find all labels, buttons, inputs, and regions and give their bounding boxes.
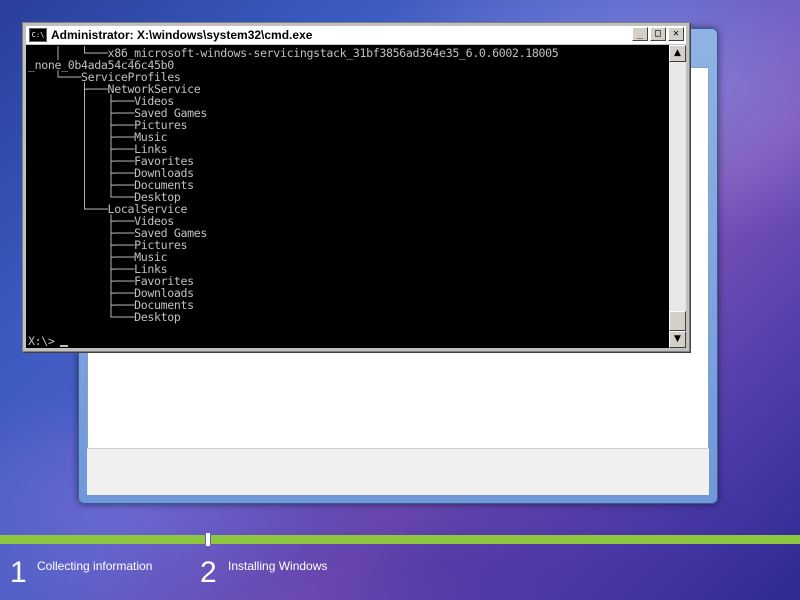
cmd-window-title: Administrator: X:\windows\system32\cmd.e… xyxy=(51,28,313,42)
vertical-scrollbar[interactable]: ▲ ▼ xyxy=(669,45,686,348)
console-output[interactable]: │ └───x86_microsoft-windows-servicingsta… xyxy=(26,45,669,348)
close-button[interactable]: ✕ xyxy=(668,27,684,41)
scroll-up-arrow-icon[interactable]: ▲ xyxy=(669,45,686,62)
cmd-window[interactable]: C:\ Administrator: X:\windows\system32\c… xyxy=(22,22,690,352)
progress-track-collecting xyxy=(0,535,205,544)
minimize-button[interactable]: _ xyxy=(632,27,648,41)
cmd-titlebar[interactable]: C:\ Administrator: X:\windows\system32\c… xyxy=(26,26,686,44)
scroll-thumb[interactable] xyxy=(669,311,686,331)
progress-fill-installing xyxy=(211,535,800,544)
setup-footer xyxy=(87,448,709,495)
text-cursor xyxy=(60,345,68,347)
step-label-collecting: Collecting information xyxy=(37,559,153,573)
scroll-down-arrow-icon[interactable]: ▼ xyxy=(669,331,686,348)
cmd-icon[interactable]: C:\ xyxy=(29,28,47,42)
progress-divider xyxy=(206,533,210,546)
progress-track-installing xyxy=(211,535,800,544)
step-number: 2 xyxy=(200,556,217,589)
step-number: 1 xyxy=(10,556,27,589)
step-label-installing: Installing Windows xyxy=(228,559,328,573)
console-line: └───Desktop xyxy=(28,310,181,324)
progress-fill-collecting xyxy=(0,535,205,544)
maximize-button[interactable]: □ xyxy=(650,27,666,41)
console-prompt[interactable]: X:\> xyxy=(28,335,55,347)
